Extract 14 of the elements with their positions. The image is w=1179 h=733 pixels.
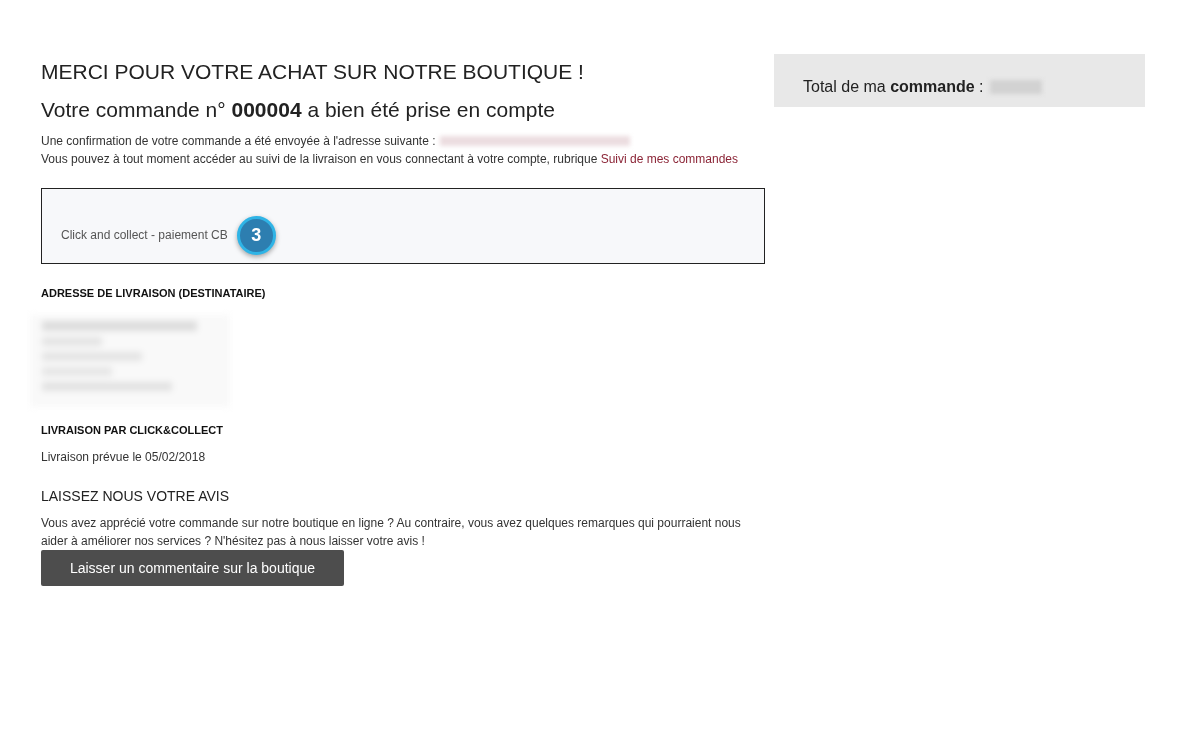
step-number-badge: 3: [236, 215, 276, 255]
review-heading: LAISSEZ NOUS VOTRE AVIS: [41, 487, 229, 506]
order-tracking-link[interactable]: Suivi de mes commandes: [600, 152, 739, 166]
leave-comment-button[interactable]: Laisser un commentaire sur la boutique: [41, 550, 344, 586]
review-text: Vous avez apprécié votre commande sur notre boutique en ligne ? Au contraire, vous avez quelques remarques qui pourraient nous aider à améliorer nos services ? N'hésitez pas à nous laisser votre avis !: [41, 515, 742, 550]
page-title: MERCI POUR VOTRE ACHAT SUR NOTRE BOUTIQUE !: [41, 59, 584, 85]
confirmation-text: Une confirmation de votre commande a été envoyée à l'adresse suivante :: [41, 133, 436, 150]
order-total-label: Total de ma commande :: [803, 77, 984, 97]
delivery-date-text: Livraison prévue le 05/02/2018: [41, 449, 206, 466]
section-heading: LIVRAISON PAR CLICK&COLLECT: [41, 423, 223, 438]
payment-method-text: Click and collect - paiement CB: [61, 227, 228, 244]
tracking-text: Vous pouvez à tout moment accéder au suivi de la livraison en vous connectant à votre compte, rubrique Suivi de mes commandes: [41, 151, 740, 168]
order-confirmation-heading: Votre commande n° 000004 a bien été prise en compte: [41, 97, 555, 123]
section-heading: ADRESSE DE LIVRAISON (DESTINATAIRE): [41, 286, 266, 301]
